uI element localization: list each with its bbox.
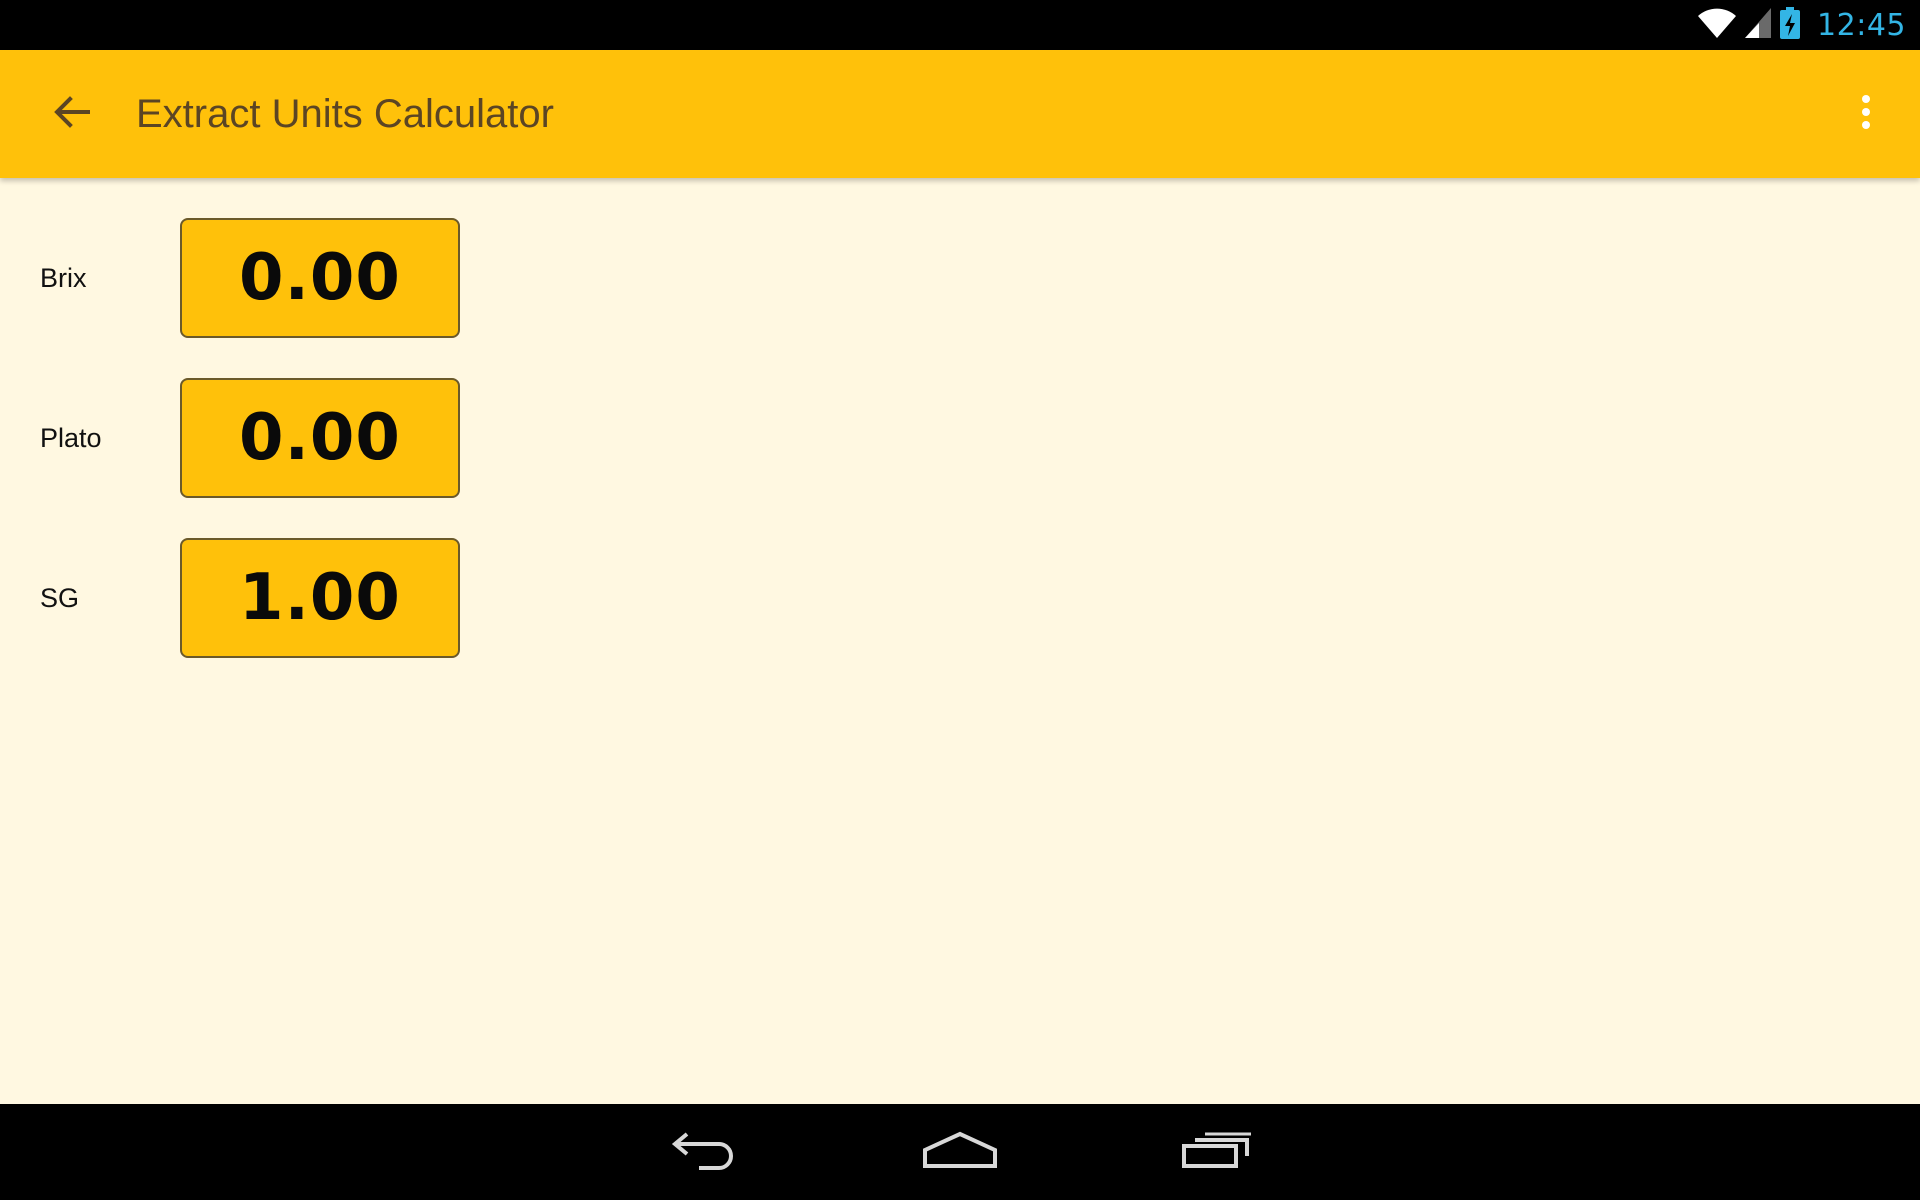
- sg-input[interactable]: 1.00: [180, 538, 460, 658]
- brix-value: 0.00: [239, 241, 401, 315]
- status-icons: 12:45: [1697, 0, 1906, 50]
- home-nav-icon: [922, 1130, 998, 1175]
- brix-row: Brix 0.00: [0, 218, 1920, 338]
- calculator-content: Brix 0.00 Plato 0.00 SG 1.00: [0, 178, 1920, 1104]
- status-time: 12:45: [1817, 7, 1906, 43]
- nav-home-button[interactable]: [905, 1112, 1015, 1192]
- sg-label: SG: [40, 583, 80, 613]
- brix-label: Brix: [40, 263, 87, 293]
- app-bar: Extract Units Calculator: [0, 50, 1920, 178]
- recent-apps-icon: [1181, 1130, 1253, 1175]
- plato-input[interactable]: 0.00: [180, 378, 460, 498]
- plato-label: Plato: [40, 423, 102, 453]
- arrow-back-icon: [52, 92, 92, 137]
- nav-back-button[interactable]: [649, 1112, 759, 1192]
- brix-input[interactable]: 0.00: [180, 218, 460, 338]
- app-title: Extract Units Calculator: [136, 92, 554, 136]
- nav-recents-button[interactable]: [1162, 1112, 1272, 1192]
- back-button[interactable]: [40, 82, 104, 146]
- more-vert-icon: [1860, 94, 1872, 135]
- navigation-bar: [0, 1104, 1920, 1200]
- status-bar: 12:45: [0, 0, 1920, 50]
- overflow-menu-button[interactable]: [1834, 82, 1898, 146]
- battery-charging-icon: [1779, 6, 1801, 45]
- plato-value: 0.00: [239, 401, 401, 475]
- back-nav-icon: [669, 1130, 739, 1175]
- plato-row: Plato 0.00: [0, 378, 1920, 498]
- cell-signal-icon: [1743, 6, 1773, 45]
- sg-value: 1.00: [239, 561, 401, 635]
- sg-row: SG 1.00: [0, 538, 1920, 658]
- wifi-icon: [1697, 6, 1737, 45]
